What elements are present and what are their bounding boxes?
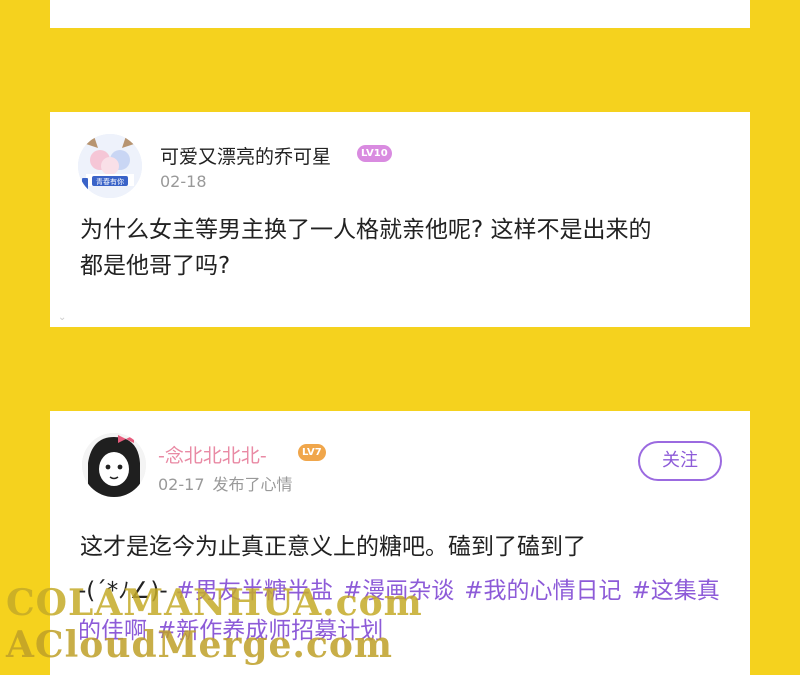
- hashtag-link[interactable]: #新作养成师招募计划: [157, 618, 383, 644]
- user-avatar[interactable]: [82, 433, 146, 497]
- post-meta: 02-17 发布了心情: [158, 471, 293, 495]
- username[interactable]: 可爱又漂亮的乔可星: [160, 142, 331, 169]
- user-avatar[interactable]: 青春有你: [78, 134, 142, 198]
- post-body[interactable]: 这才是迄今为止真正意义上的糖吧。磕到了磕到了: [80, 529, 720, 565]
- emoticon: -(ˊ*ﾉ∠)-: [78, 578, 168, 604]
- username[interactable]: -念北北北北-: [158, 441, 267, 468]
- hashtag-link[interactable]: #我的心情日记: [464, 578, 621, 604]
- post-body-line: 为什么女主等男主换了一人格就亲他呢? 这样不是出来的: [80, 217, 652, 243]
- post-date: 02-17: [158, 475, 205, 494]
- avatar-caption: 青春有你: [96, 177, 124, 186]
- hashtag-link[interactable]: #漫画杂谈: [343, 578, 454, 604]
- post-date: 02-18: [160, 172, 207, 191]
- level-badge: LV10: [357, 145, 392, 162]
- post-action: 发布了心情: [212, 475, 293, 494]
- previous-post-card: [50, 0, 750, 28]
- post-body[interactable]: 为什么女主等男主换了一人格就亲他呢? 这样不是出来的 都是他哥了吗?: [80, 212, 720, 284]
- follow-button[interactable]: 关注: [638, 441, 722, 481]
- post-tags: -(ˊ*ﾉ∠)- #男友半糖半盐 #漫画杂谈 #我的心情日记 #这集真的佳啊 #新作养成师…: [78, 571, 728, 651]
- post-card-2[interactable]: -念北北北北- LV7 02-17 发布了心情 关注 这才是迄今为止真正意义上的糖…: [50, 411, 750, 675]
- hashtag-link[interactable]: #男友半糖半盐: [176, 578, 333, 604]
- avatar-image: 青春有你: [78, 134, 142, 198]
- corner-mark-icon: ⌄: [58, 312, 67, 323]
- post-body-line: 都是他哥了吗?: [80, 253, 231, 279]
- post-card-1[interactable]: 青春有你 可爱又漂亮的乔可星 LV10 02-18 为什么女主等男主换了一人格就…: [50, 112, 750, 327]
- avatar-image: [82, 433, 146, 497]
- level-badge: LV7: [298, 444, 326, 461]
